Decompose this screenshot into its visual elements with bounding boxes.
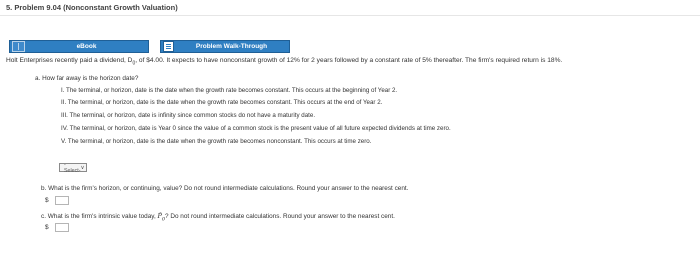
intrinsic-value-input[interactable] xyxy=(55,223,69,232)
problem-text-start: Holt Enterprises recently paid a dividen… xyxy=(6,57,133,64)
currency-symbol-c: $ xyxy=(45,224,49,231)
question-c-text-end: ? Do not round intermediate calculations… xyxy=(165,213,395,220)
currency-symbol-b: $ xyxy=(45,197,49,204)
question-a-prompt: a. How far away is the horizon date? xyxy=(35,75,139,82)
document-icon xyxy=(163,41,174,52)
title-divider xyxy=(0,15,700,16)
chevron-down-icon: ∨ xyxy=(80,164,85,171)
problem-statement: Holt Enterprises recently paid a dividen… xyxy=(6,57,562,66)
problem-text-end: , of $4.00. It expects to have nonconsta… xyxy=(135,57,563,64)
page-title: 5. Problem 9.04 (Nonconstant Growth Valu… xyxy=(6,3,178,12)
option-i: I. The terminal, or horizon, date is the… xyxy=(61,87,398,94)
walkthrough-label: Problem Walk-Through xyxy=(195,43,268,50)
option-iii: III. The terminal, or horizon, date is i… xyxy=(61,112,316,119)
p0-symbol: P̂0 xyxy=(158,212,166,222)
option-v: V. The terminal, or horizon, date is the… xyxy=(61,138,372,145)
question-c-prompt: c. What is the firm's intrinsic value to… xyxy=(41,212,395,222)
horizon-select[interactable]: -Select- ∨ xyxy=(59,161,87,174)
option-iv: IV. The terminal, or horizon, date is Ye… xyxy=(61,125,451,132)
problem-walkthrough-button[interactable]: Problem Walk-Through xyxy=(160,40,290,53)
question-b-prompt: b. What is the firm's horizon, or contin… xyxy=(41,185,409,192)
horizon-value-input[interactable] xyxy=(55,196,69,205)
book-icon xyxy=(12,41,25,52)
ebook-label: eBook xyxy=(76,43,97,50)
question-c-text-start: c. What is the firm's intrinsic value to… xyxy=(41,213,158,220)
option-ii: II. The terminal, or horizon, date is th… xyxy=(61,99,383,106)
ebook-button[interactable]: eBook xyxy=(9,40,149,53)
select-value: -Select- xyxy=(64,161,81,174)
